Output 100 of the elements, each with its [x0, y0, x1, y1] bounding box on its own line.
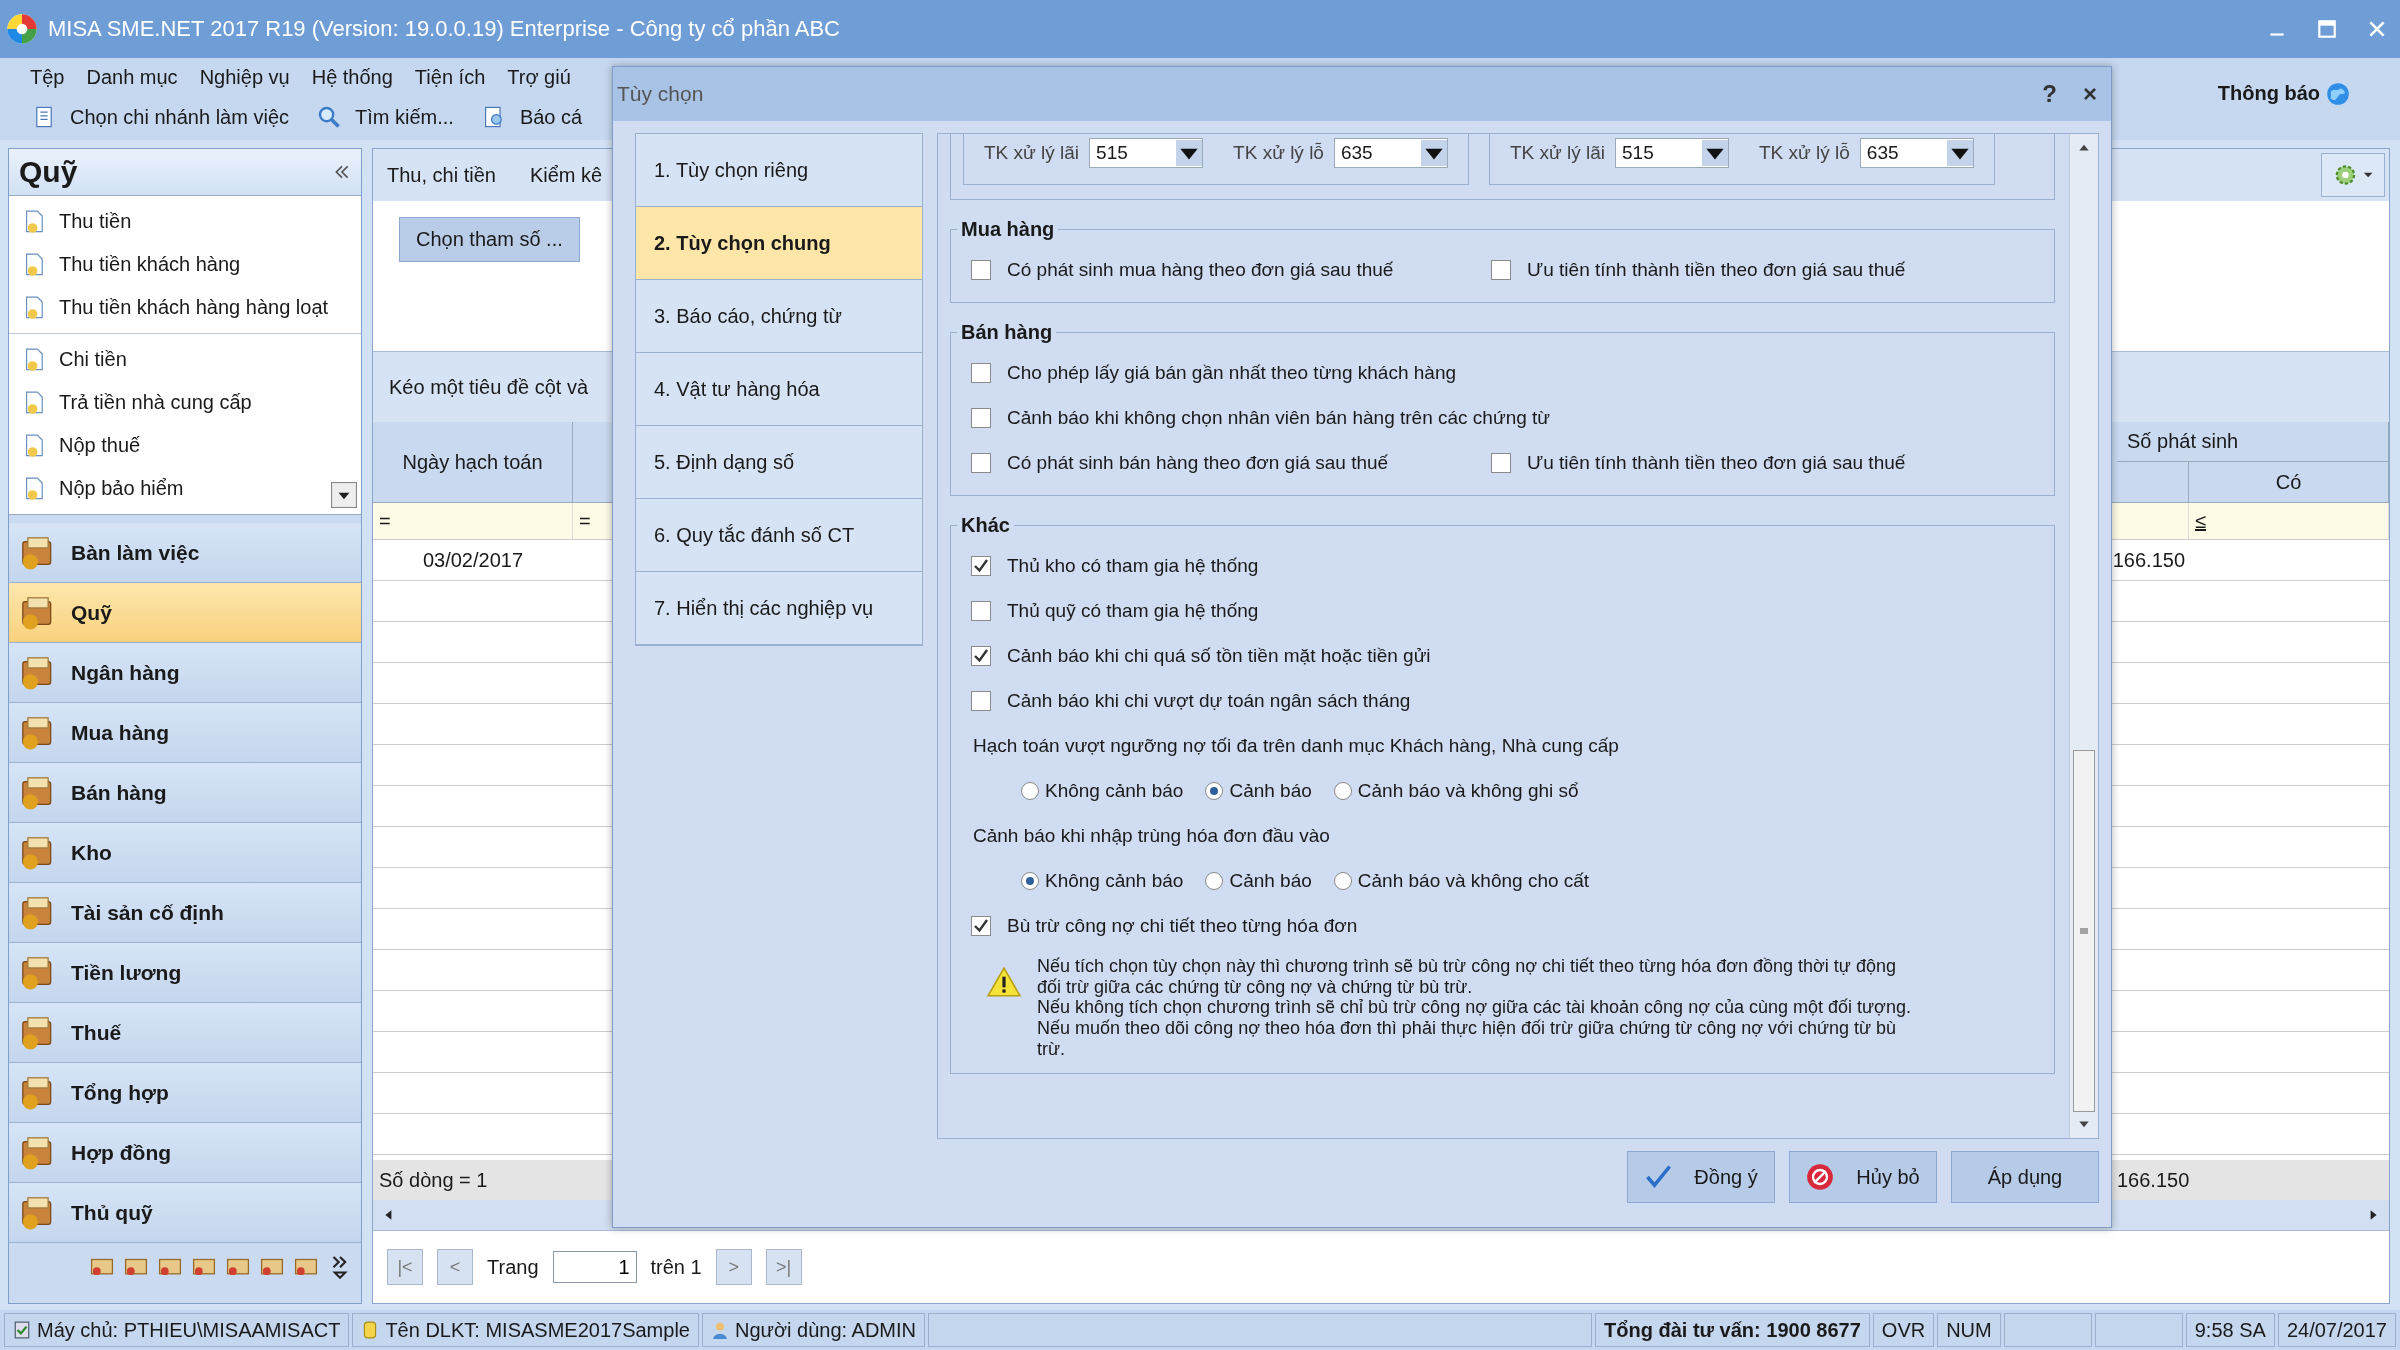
- warning-icon: [987, 966, 1021, 998]
- cancel-icon: [1806, 1163, 1835, 1191]
- option-checkbox[interactable]: Ưu tiên tính thành tiền theo đơn giá sau thuế: [1491, 258, 1906, 281]
- option-checkbox[interactable]: Bù trừ công nợ chi tiết theo từng hóa đơn: [971, 914, 1358, 937]
- toolbar-button[interactable]: Báo cá: [477, 103, 587, 131]
- toolbar-button[interactable]: Chọn chi nhánh làm việc: [28, 103, 293, 131]
- module-tab[interactable]: Kho: [9, 823, 361, 883]
- options-category[interactable]: 7. Hiển thị các nghiệp vụ: [636, 572, 922, 645]
- help-button[interactable]: ?: [2038, 80, 2061, 108]
- scroll-up-icon[interactable]: [2077, 142, 2091, 152]
- cancel-button[interactable]: Hủy bỏ: [1789, 1151, 1937, 1203]
- window-title: MISA SME.NET 2017 R19 (Version: 19.0.0.19) Enterprise - Công ty cổ phần ABC: [48, 16, 840, 42]
- account-dropdown[interactable]: 515: [1089, 138, 1204, 168]
- column-header[interactable]: Có: [2189, 462, 2389, 502]
- panel-title: Quỹ: [19, 155, 78, 189]
- menu-item[interactable]: Nghiệp vụ: [199, 65, 290, 89]
- radio-option[interactable]: Cảnh báo và không ghi sổ: [1333, 779, 1579, 802]
- module-tab[interactable]: Tổng hợp: [9, 1063, 361, 1123]
- option-checkbox[interactable]: Cảnh báo khi chi vượt dự toán ngân sách tháng: [971, 689, 1411, 712]
- radio-option[interactable]: Cảnh báo và không cho cất: [1333, 869, 1590, 892]
- task-item[interactable]: Nộp bảo hiểm: [9, 467, 361, 510]
- search-icon: [317, 105, 341, 129]
- section-title: Bán hàng: [960, 321, 1054, 344]
- tab[interactable]: Thu, chi tiền: [387, 163, 496, 187]
- option-checkbox[interactable]: Có phát sinh mua hàng theo đơn giá sau thuế: [971, 258, 1491, 281]
- options-category[interactable]: 2. Tùy chọn chung: [636, 207, 922, 280]
- maximize-icon[interactable]: [2316, 18, 2338, 40]
- module-tab[interactable]: Ngân hàng: [9, 643, 361, 703]
- task-item[interactable]: Trả tiền nhà cung cấp: [9, 381, 361, 424]
- last-page-button[interactable]: >|: [765, 1249, 802, 1285]
- task-item[interactable]: Thu tiền khách hàng: [9, 243, 361, 286]
- radio-option[interactable]: Cảnh báo: [1205, 779, 1312, 802]
- account-dropdown[interactable]: 635: [1333, 138, 1448, 168]
- module-tab[interactable]: Bán hàng: [9, 763, 361, 823]
- caret-icon: [1702, 140, 1728, 166]
- field-label: TK xử lý lỗ: [1233, 142, 1324, 164]
- options-category[interactable]: 1. Tùy chọn riêng: [636, 134, 922, 207]
- module-tab[interactable]: Thủ quỹ: [9, 1183, 361, 1243]
- close-button[interactable]: ×: [2079, 80, 2101, 108]
- tab[interactable]: Kiểm kê: [529, 163, 603, 187]
- options-category[interactable]: 5. Định dạng số: [636, 426, 922, 499]
- page-total: trên 1: [650, 1255, 702, 1279]
- menu-item[interactable]: Hệ thống: [311, 65, 393, 89]
- menu-item[interactable]: Tiện ích: [414, 65, 486, 89]
- module-tab[interactable]: Hợp đồng: [9, 1123, 361, 1183]
- scroll-down-icon[interactable]: [2077, 1120, 2091, 1130]
- module-tab[interactable]: Tài sản cố định: [9, 883, 361, 943]
- vertical-scrollbar[interactable]: [2069, 134, 2098, 1138]
- filter-operator[interactable]: =: [579, 509, 591, 533]
- dropdown-icon[interactable]: [331, 482, 357, 508]
- grip-icon[interactable]: [2079, 926, 2089, 936]
- option-checkbox[interactable]: Ưu tiên tính thành tiền theo đơn giá sau thuế: [1491, 451, 1906, 474]
- options-category[interactable]: 3. Báo cáo, chứng từ: [636, 280, 922, 353]
- next-page-button[interactable]: >: [715, 1249, 752, 1285]
- ok-button[interactable]: Đồng ý: [1627, 1151, 1775, 1203]
- radio-option[interactable]: Cảnh báo: [1205, 869, 1312, 892]
- option-checkbox[interactable]: Cảnh báo khi không chọn nhân viên bán hàng trên các chứng từ: [971, 406, 1551, 429]
- status-date: 24/07/2017: [2277, 1313, 2396, 1347]
- options-category[interactable]: 6. Quy tắc đánh số CT: [636, 499, 922, 572]
- account-dropdown[interactable]: 635: [1859, 138, 1974, 168]
- apply-button[interactable]: Áp dụng: [1951, 1151, 2099, 1203]
- menu-item[interactable]: Danh mục: [86, 65, 178, 89]
- status-time: 9:58 SA: [2185, 1313, 2275, 1347]
- key-indicator: NUM: [1937, 1313, 2001, 1347]
- module-tab[interactable]: Quỹ: [9, 583, 361, 643]
- option-checkbox[interactable]: Có phát sinh bán hàng theo đơn giá sau thuế: [971, 451, 1491, 474]
- task-item[interactable]: Chi tiền: [9, 338, 361, 381]
- module-tab[interactable]: Tiền lương: [9, 943, 361, 1003]
- previous-page-button[interactable]: <: [437, 1249, 473, 1285]
- radio-option[interactable]: Không cảnh báo: [1021, 779, 1184, 802]
- option-checkbox[interactable]: Thủ quỹ có tham gia hệ thống: [971, 599, 1259, 622]
- option-checkbox[interactable]: Cảnh báo khi chi quá số tồn tiền mặt hoặc tiền gửi: [971, 644, 1431, 667]
- menu-item[interactable]: Tệp: [30, 65, 65, 89]
- module-tab[interactable]: Mua hàng: [9, 703, 361, 763]
- notification-link[interactable]: Thông báo: [2217, 82, 2320, 105]
- module-tab[interactable]: Bàn làm việc: [9, 523, 361, 583]
- toolbar-button[interactable]: Tìm kiếm...: [313, 103, 458, 131]
- caret-icon: [1420, 140, 1447, 166]
- option-checkbox[interactable]: Cho phép lấy giá bán gần nhất theo từng khách hàng: [971, 361, 1491, 384]
- task-item[interactable]: Thu tiền: [9, 200, 361, 243]
- task-item[interactable]: Thu tiền khách hàng hàng loạt: [9, 286, 361, 329]
- page-field[interactable]: 1: [552, 1251, 637, 1283]
- account-dropdown[interactable]: 515: [1615, 138, 1729, 168]
- menu-item[interactable]: Trợ giú: [507, 65, 571, 89]
- option-label: Cảnh báo khi nhập trùng hóa đơn đầu vào: [973, 824, 1330, 847]
- app-logo-icon: [6, 13, 38, 45]
- parameters-button[interactable]: Chọn tham số ...: [399, 217, 580, 262]
- task-item[interactable]: Nộp thuế: [9, 424, 361, 467]
- note-text: Nếu tích chọn tùy chọn này thì chương trình sẽ bù trừ công nợ chi tiết theo từng hóa đơn đồng thời tự động đối trừ giữa các chứng từ công nợ và chứng từ bù trừ.: [1037, 956, 1897, 998]
- column-header[interactable]: Ngày hạch toán: [373, 422, 573, 502]
- table-cell-text: 03/02/2017: [421, 548, 525, 573]
- filter-operator[interactable]: ≤: [2195, 509, 2206, 533]
- options-category[interactable]: 4. Vật tư hàng hóa: [636, 353, 922, 426]
- settings-button[interactable]: [2321, 153, 2385, 197]
- radio-option[interactable]: Không cảnh báo: [1021, 869, 1184, 892]
- filter-operator[interactable]: =: [379, 509, 391, 533]
- option-checkbox[interactable]: Thủ kho có tham gia hệ thống: [971, 554, 1259, 577]
- collapse-icon[interactable]: [333, 163, 351, 181]
- first-page-button[interactable]: |<: [387, 1249, 423, 1285]
- module-tab[interactable]: Thuế: [9, 1003, 361, 1063]
